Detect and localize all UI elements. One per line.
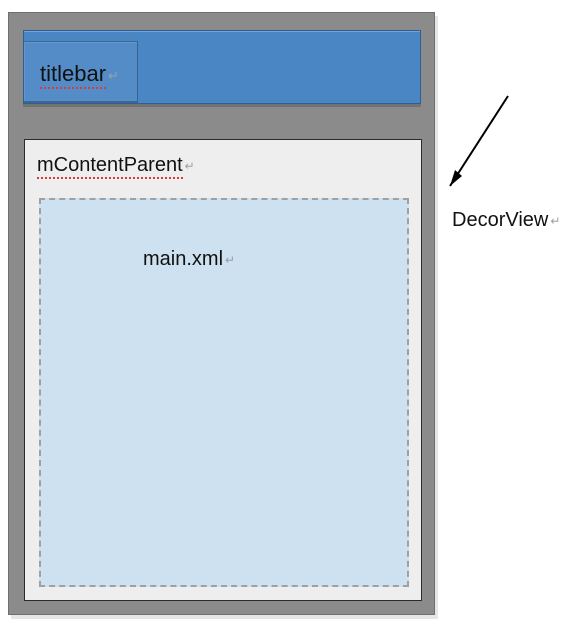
decor-view-box: titlebar↵ mContentParent↵ main.xml↵ — [8, 12, 435, 615]
return-glyph-icon: ↵ — [225, 253, 235, 267]
return-glyph-icon: ↵ — [550, 214, 560, 228]
decorview-label: DecorView↵ — [452, 209, 560, 232]
main-xml-text: main.xml — [143, 248, 223, 270]
content-parent-label: mContentParent — [37, 154, 183, 179]
content-parent-box: mContentParent↵ main.xml↵ — [24, 139, 422, 601]
decorview-arrow-icon — [440, 92, 520, 202]
content-parent-label-wrap: mContentParent↵ — [37, 154, 195, 177]
titlebar-box: titlebar↵ — [23, 30, 421, 104]
titlebar-label-wrap: titlebar↵ — [40, 61, 119, 87]
main-xml-box: main.xml↵ — [39, 198, 409, 587]
main-xml-label: main.xml↵ — [143, 248, 235, 271]
return-glyph-icon: ↵ — [185, 159, 195, 173]
decorview-text: DecorView — [452, 209, 548, 231]
return-glyph-icon: ↵ — [108, 68, 119, 83]
titlebar-label: titlebar — [40, 61, 106, 89]
